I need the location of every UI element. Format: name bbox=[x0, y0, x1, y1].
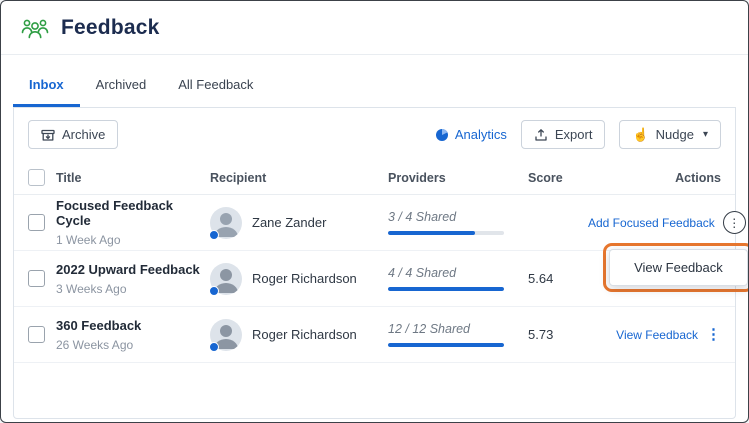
list-toolbar: Archive Analytics Export ☝ Nudge ▾ bbox=[14, 108, 735, 161]
archive-button-label: Archive bbox=[62, 127, 106, 142]
table-header-row: Title Recipient Providers Score Actions bbox=[14, 161, 735, 195]
score-value: 5.73 bbox=[528, 327, 554, 342]
ellipsis-vertical-icon: ⋮ bbox=[728, 215, 741, 230]
ellipsis-vertical-icon: ⋮ bbox=[706, 326, 721, 343]
providers-cell: 4 / 4 Shared bbox=[388, 266, 528, 291]
recipient-name: Zane Zander bbox=[252, 215, 327, 230]
analytics-label: Analytics bbox=[454, 127, 507, 142]
view-feedback-link[interactable]: View Feedback bbox=[616, 328, 698, 342]
select-all-checkbox[interactable] bbox=[28, 169, 45, 186]
add-focused-feedback-link[interactable]: Add Focused Feedback bbox=[588, 216, 715, 230]
highlight-annotation: View Feedback bbox=[603, 243, 748, 292]
archive-icon bbox=[41, 129, 55, 141]
providers-cell: 3 / 4 Shared bbox=[388, 210, 528, 235]
table-row: 360 Feedback 26 Weeks Ago Roger Richards… bbox=[14, 307, 735, 363]
column-score: Score bbox=[528, 170, 563, 185]
status-dot bbox=[209, 285, 219, 296]
column-providers: Providers bbox=[388, 170, 446, 185]
recipient-name: Roger Richardson bbox=[252, 327, 357, 342]
archive-button[interactable]: Archive bbox=[28, 120, 119, 149]
column-recipient: Recipient bbox=[210, 170, 267, 185]
title-cell: 2022 Upward Feedback 3 Weeks Ago bbox=[56, 262, 210, 296]
feedback-age: 26 Weeks Ago bbox=[56, 337, 134, 352]
pie-chart-icon bbox=[435, 128, 448, 141]
status-dot bbox=[209, 341, 219, 352]
feedback-title: 2022 Upward Feedback bbox=[56, 261, 200, 277]
feedback-age: 3 Weeks Ago bbox=[56, 281, 127, 296]
tab-all-feedback[interactable]: All Feedback bbox=[162, 66, 269, 107]
menu-item-view-feedback[interactable]: View Feedback bbox=[609, 249, 748, 286]
nudge-button-label: Nudge bbox=[655, 127, 694, 142]
title-cell: Focused Feedback Cycle 1 Week Ago bbox=[56, 198, 210, 247]
export-button-label: Export bbox=[554, 127, 593, 142]
row-checkbox[interactable] bbox=[28, 214, 45, 231]
progress-fill bbox=[388, 343, 504, 347]
progress-fill bbox=[388, 231, 475, 235]
app-header: Feedback bbox=[1, 1, 748, 55]
providers-count: 3 / 4 Shared bbox=[388, 210, 457, 224]
feedback-list-card: Archive Analytics Export ☝ Nudge ▾ Title… bbox=[13, 107, 748, 419]
tab-archived[interactable]: Archived bbox=[80, 66, 163, 107]
recipient-name: Roger Richardson bbox=[252, 271, 357, 286]
feedback-title: Focused Feedback Cycle bbox=[56, 198, 174, 228]
recipient-cell: Roger Richardson bbox=[209, 262, 388, 296]
feedback-people-icon bbox=[20, 16, 50, 40]
row-checkbox[interactable] bbox=[28, 270, 45, 287]
progress-track bbox=[388, 231, 504, 235]
status-dot bbox=[209, 229, 219, 240]
row-menu-button[interactable]: ⋮ bbox=[706, 327, 721, 342]
providers-count: 12 / 12 Shared bbox=[388, 322, 471, 336]
score-value: 5.64 bbox=[528, 271, 554, 286]
context-menu-popup: View Feedback bbox=[603, 243, 748, 292]
progress-track bbox=[388, 287, 504, 291]
avatar bbox=[209, 318, 242, 352]
chevron-down-icon: ▾ bbox=[702, 129, 708, 140]
export-icon bbox=[535, 128, 547, 141]
feedback-title: 360 Feedback bbox=[56, 317, 142, 333]
toolbar-right-group: Analytics Export ☝ Nudge ▾ bbox=[435, 120, 721, 149]
column-title: Title bbox=[56, 170, 82, 185]
nudge-button[interactable]: ☝ Nudge ▾ bbox=[619, 120, 721, 149]
progress-fill bbox=[388, 287, 504, 291]
export-button[interactable]: Export bbox=[520, 120, 606, 149]
recipient-cell: Zane Zander bbox=[209, 206, 388, 240]
providers-count: 4 / 4 Shared bbox=[388, 266, 457, 280]
tab-bar: Inbox Archived All Feedback bbox=[13, 55, 736, 107]
row-checkbox[interactable] bbox=[28, 326, 45, 343]
recipient-cell: Roger Richardson bbox=[209, 318, 388, 352]
progress-track bbox=[388, 343, 504, 347]
actions-cell: Add Focused Feedback ⋮ View Feedback bbox=[588, 211, 748, 292]
feedback-age: 1 Week Ago bbox=[56, 233, 121, 247]
column-actions: Actions bbox=[675, 170, 721, 185]
table-row: Focused Feedback Cycle 1 Week Ago Zane Z… bbox=[14, 195, 748, 292]
avatar bbox=[209, 262, 242, 296]
title-cell: 360 Feedback 26 Weeks Ago bbox=[56, 318, 210, 352]
actions-cell: View Feedback ⋮ bbox=[588, 327, 721, 342]
analytics-link[interactable]: Analytics bbox=[435, 127, 507, 142]
tab-inbox[interactable]: Inbox bbox=[13, 66, 80, 107]
nudge-hand-icon: ☝ bbox=[632, 127, 649, 142]
providers-cell: 12 / 12 Shared bbox=[388, 322, 528, 347]
page-title: Feedback bbox=[61, 15, 160, 39]
row-menu-button[interactable]: ⋮ bbox=[722, 211, 746, 234]
avatar bbox=[209, 206, 242, 240]
feedback-page: Feedback Inbox Archived All Feedback Arc… bbox=[0, 0, 749, 423]
